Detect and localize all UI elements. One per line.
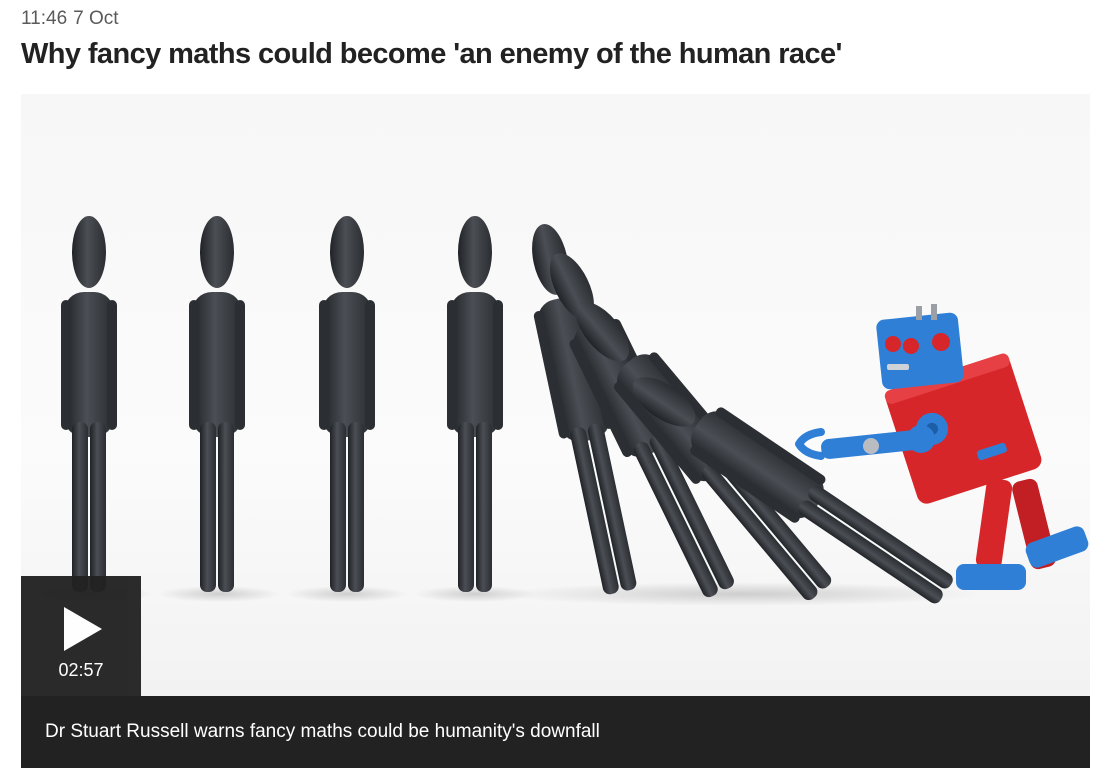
play-icon: [64, 607, 102, 651]
standing-figure: [189, 216, 245, 592]
article-date: 7 Oct: [73, 8, 119, 29]
video-thumbnail[interactable]: [21, 94, 1090, 696]
standing-figure: [319, 216, 375, 592]
video-caption-bar: Dr Stuart Russell warns fancy maths coul…: [21, 696, 1090, 768]
video-duration: 02:57: [58, 660, 104, 680]
play-button[interactable]: 02:57: [21, 576, 141, 696]
video-caption: Dr Stuart Russell warns fancy maths coul…: [45, 721, 600, 742]
robot-toppling-figures-image: [31, 216, 1089, 616]
standing-figure: [447, 216, 503, 592]
robot-illustration: [795, 304, 1089, 590]
standing-figure: [61, 216, 117, 592]
article-time: 11:46: [21, 8, 68, 29]
timestamp: 11:46 7 Oct: [21, 8, 119, 30]
article-headline[interactable]: Why fancy maths could become 'an enemy o…: [21, 38, 842, 71]
